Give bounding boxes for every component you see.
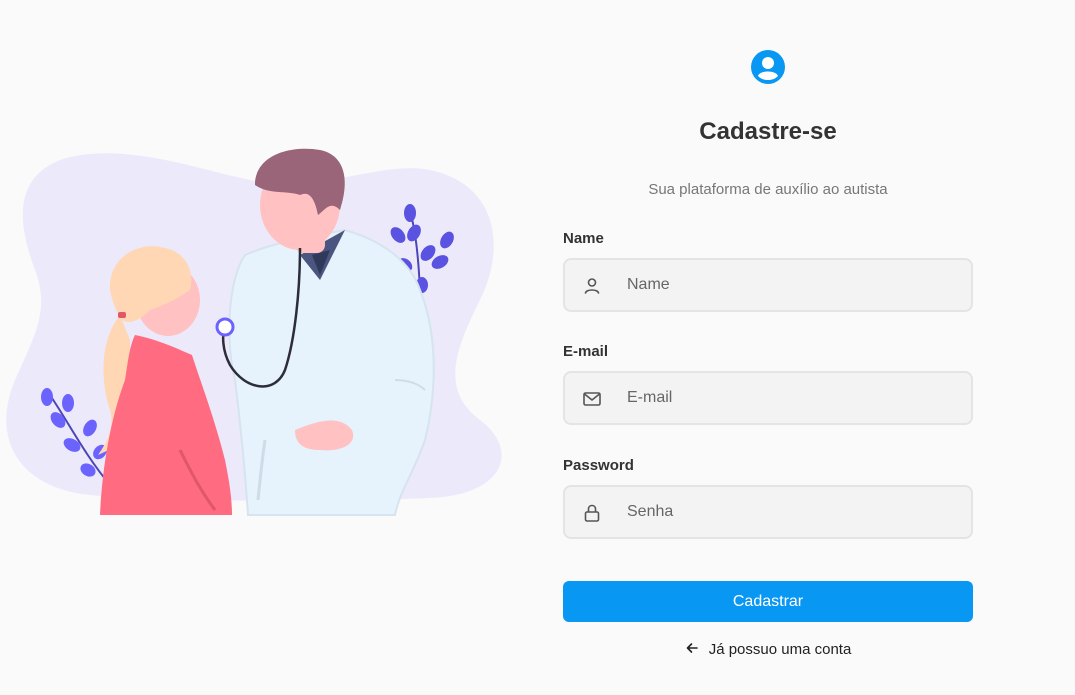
login-link-label: Já possuo uma conta [708, 641, 852, 658]
submit-button[interactable]: Cadastrar [563, 581, 973, 622]
name-label: Name [563, 230, 604, 247]
user-icon [584, 278, 600, 294]
name-field[interactable] [563, 258, 973, 312]
password-input[interactable] [627, 487, 957, 537]
login-link[interactable]: Já possuo uma conta [563, 641, 973, 658]
signup-page: Cadastre-se Sua plataforma de auxílio ao… [0, 0, 1075, 695]
email-input[interactable] [627, 373, 957, 423]
email-field[interactable] [563, 371, 973, 425]
email-label: E-mail [563, 343, 609, 360]
page-title: Cadastre-se [699, 118, 837, 145]
page-subtitle: Sua plataforma de auxílio ao autista [648, 181, 888, 198]
name-input[interactable] [627, 260, 957, 310]
lock-icon [584, 504, 600, 522]
arrow-left-icon [686, 643, 698, 653]
user-circle-icon [751, 50, 785, 84]
password-label: Password [563, 457, 634, 474]
doctor-patient-illustration [6, 148, 502, 516]
mail-icon [583, 392, 601, 406]
signup-form: Cadastre-se Sua plataforma de auxílio ao… [563, 0, 973, 695]
password-field[interactable] [563, 485, 973, 539]
